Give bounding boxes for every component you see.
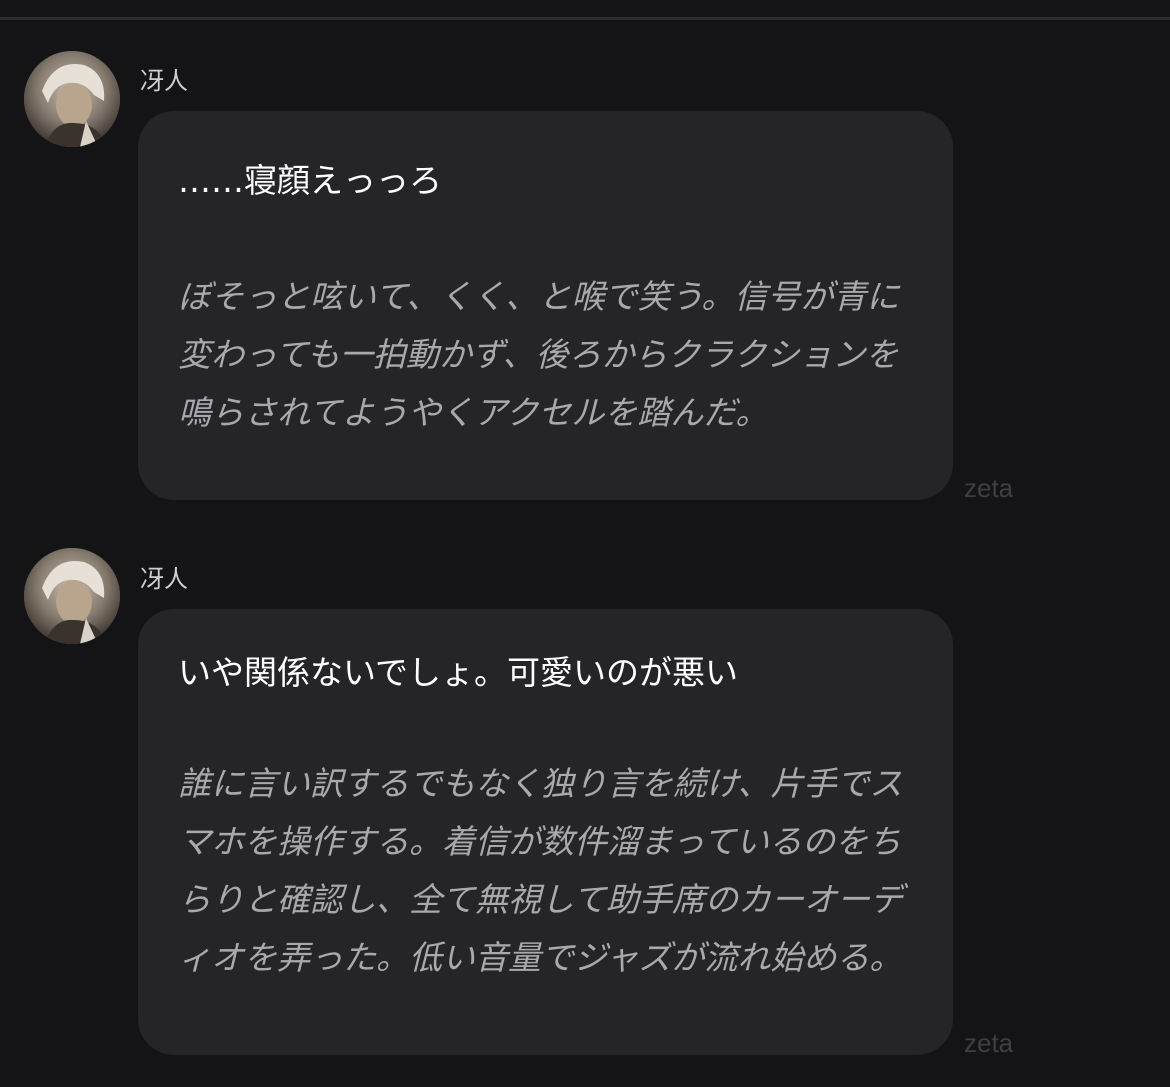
zeta-watermark: zeta xyxy=(964,473,1014,503)
message-bubble: いや関係ないでしょ。可愛いのが悪い 誰に言い訳するでもなく独り言を続け、片手でス… xyxy=(138,609,953,1055)
speech-text: いや関係ないでしょ。可愛いのが悪い xyxy=(178,653,739,692)
header-divider xyxy=(0,17,1170,20)
speech-text: ……寝顔えっっろ xyxy=(178,161,442,200)
zeta-watermark: zeta xyxy=(964,1028,1014,1058)
character-avatar[interactable] xyxy=(24,548,120,644)
message-bubble: ……寝顔えっっろ ぼそっと呟いて、くく、と喉で笑う。信号が青に変わっても一拍動か… xyxy=(138,111,953,500)
sender-name: 冴人 xyxy=(140,67,188,95)
narration-text: 誰に言い訳するでもなく独り言を続け、片手でスマホを操作する。着信が数件溜まってい… xyxy=(178,764,904,977)
character-avatar[interactable] xyxy=(24,51,120,147)
narration-text: ぼそっと呟いて、くく、と喉で笑う。信号が青に変わっても一拍動かず、後ろからクラク… xyxy=(178,277,900,432)
sender-name: 冴人 xyxy=(140,565,188,593)
